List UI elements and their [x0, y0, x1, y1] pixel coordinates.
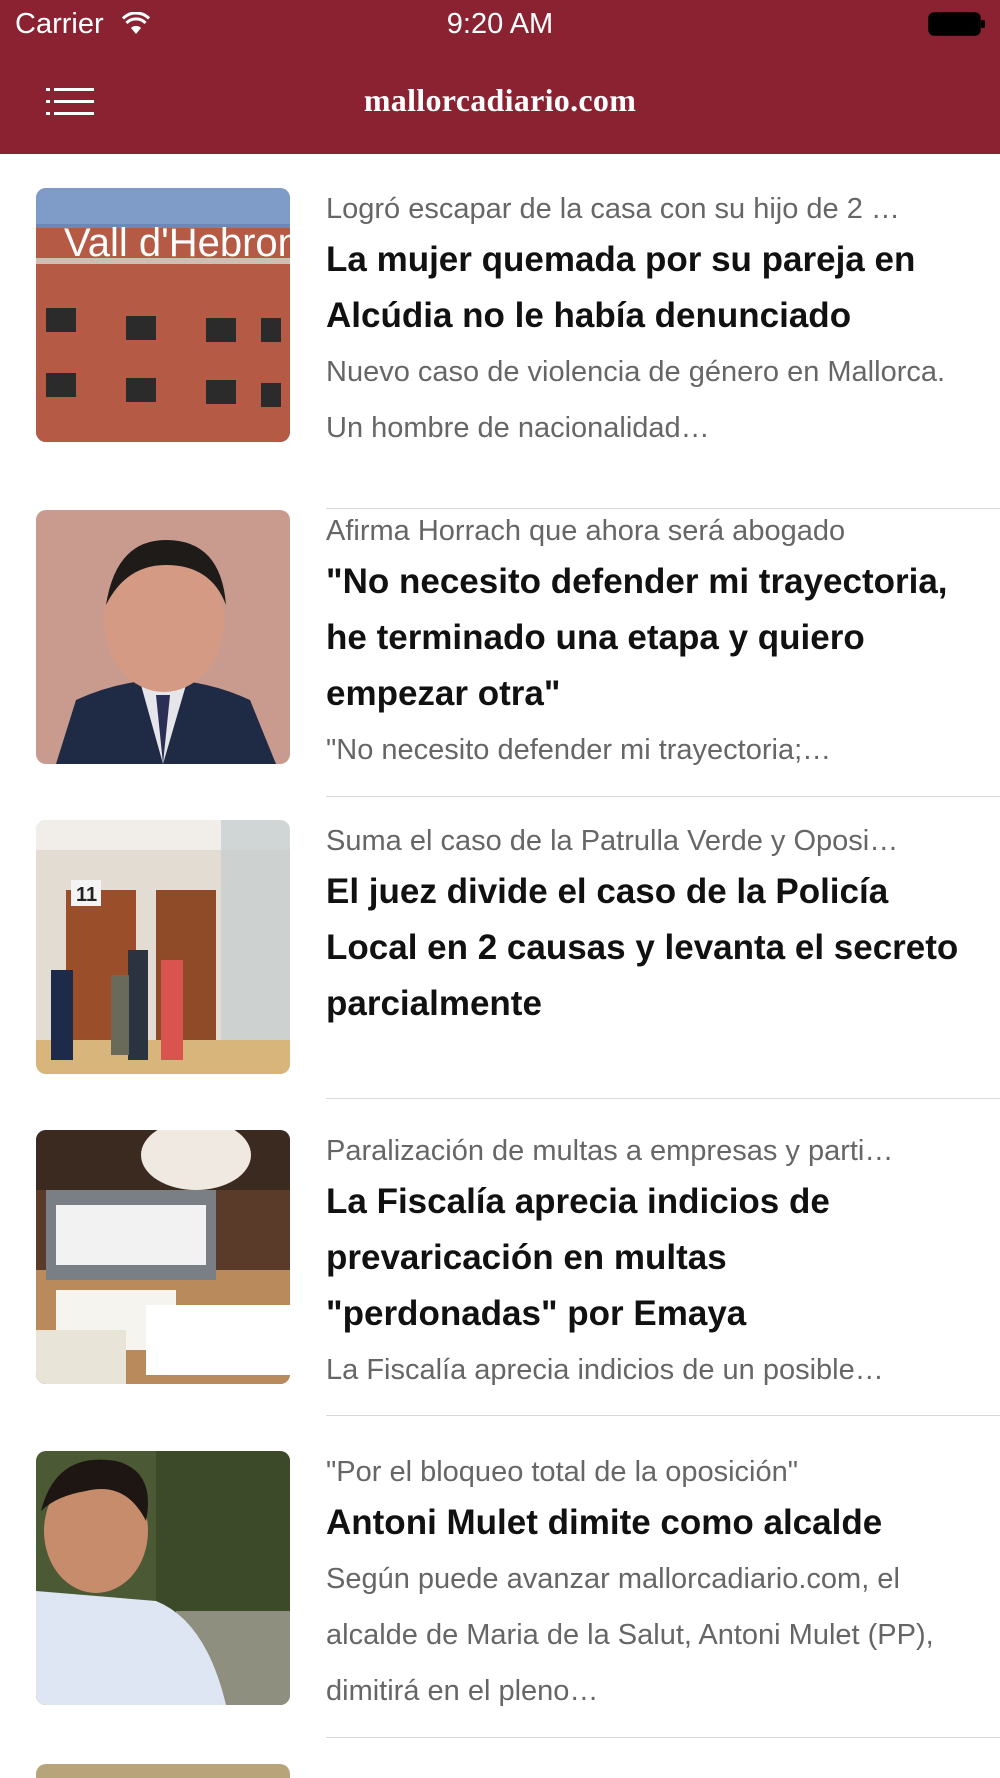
article-headline[interactable]: La mujer quemada por su pareja en Alcúdi… — [326, 232, 966, 344]
document-binders-image — [36, 1130, 290, 1384]
battery-icon — [928, 12, 985, 36]
nav-bar: mallorcadiario.com — [0, 50, 1000, 154]
article-headline[interactable]: "No necesito defender mi trayectoria, he… — [326, 554, 966, 722]
article-summary: Nuevo caso de violencia de género en Mal… — [326, 356, 946, 444]
article-thumbnail[interactable]: Vall d'Hebron — [36, 188, 290, 442]
man-portrait-image — [36, 510, 290, 764]
article-thumbnail-partial[interactable] — [36, 1764, 290, 1778]
article-headline[interactable]: La Fiscalía aprecia indicios de prevaric… — [326, 1174, 966, 1342]
article-thumbnail[interactable] — [36, 1130, 290, 1384]
article-summary: Según puede avanzar mallorcadiario.com, … — [326, 1563, 934, 1707]
article-card[interactable]: Afirma Horrach que ahora será abogado "N… — [0, 510, 1000, 798]
article-kicker: Afirma Horrach que ahora será abogado — [326, 515, 846, 547]
article-headline[interactable]: El juez divide el caso de la Policía Loc… — [326, 864, 966, 1032]
article-thumbnail[interactable]: 11 — [36, 820, 290, 1074]
man-outdoors-image — [36, 1451, 290, 1705]
door-number-text: 11 — [76, 884, 97, 906]
article-summary: "No necesito defender mi trayectoria;… — [326, 734, 832, 766]
article-card[interactable]: Vall d'Hebron Logró escapar de la casa c… — [0, 188, 1000, 509]
divider — [326, 1415, 1000, 1416]
article-kicker: "Por el bloqueo total de la oposición" — [326, 1456, 799, 1488]
thumbnail-sign-text: Vall d'Hebron — [64, 221, 290, 265]
divider — [326, 508, 1000, 509]
article-card[interactable]: "Por el bloqueo total de la oposición" A… — [0, 1451, 1000, 1751]
article-kicker: Logró escapar de la casa con su hijo de … — [326, 193, 900, 225]
article-card[interactable]: Paralización de multas a empresas y part… — [0, 1130, 1000, 1430]
article-summary: La Fiscalía aprecia indicios de un posib… — [326, 1354, 884, 1386]
top-bar: Carrier 9:20 AM mallorcadiario.com — [0, 0, 1000, 154]
hospital-building-image: Vall d'Hebron — [36, 188, 290, 442]
article-kicker: Paralización de multas a empresas y part… — [326, 1135, 894, 1167]
news-feed[interactable]: Vall d'Hebron Logró escapar de la casa c… — [0, 154, 1000, 1778]
status-bar: Carrier 9:20 AM — [0, 0, 1000, 50]
article-headline[interactable]: Antoni Mulet dimite como alcalde — [326, 1495, 966, 1551]
divider — [326, 796, 1000, 797]
site-title: mallorcadiario.com — [363, 82, 637, 118]
article-card[interactable]: 11 Suma el caso de la Patrulla Verde y O… — [0, 820, 1000, 1120]
article-kicker: Suma el caso de la Patrulla Verde y Opos… — [326, 825, 899, 857]
court-hallway-image: 11 — [36, 820, 290, 1074]
article-thumbnail[interactable] — [36, 510, 290, 764]
divider — [326, 1737, 1000, 1738]
divider — [326, 1098, 1000, 1099]
article-thumbnail[interactable] — [36, 1451, 290, 1705]
status-time: 9:20 AM — [446, 8, 554, 40]
